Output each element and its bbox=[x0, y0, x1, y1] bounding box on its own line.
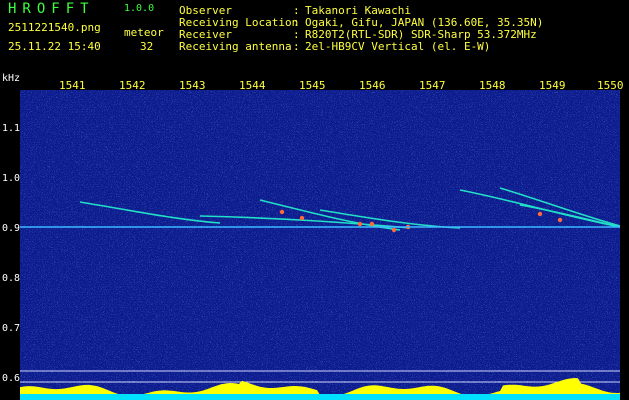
y-tick-label: 0.8 bbox=[2, 273, 21, 284]
noise-texture bbox=[20, 90, 620, 400]
info-key: Receiving antenna bbox=[179, 40, 292, 53]
meteor-count: 32 bbox=[140, 40, 154, 53]
amplitude-baseline bbox=[20, 394, 620, 400]
echo-hotspot bbox=[537, 211, 543, 217]
echo-hotspot bbox=[357, 221, 363, 227]
app-title: HROFFT bbox=[8, 1, 95, 17]
spectrogram-panel bbox=[20, 90, 620, 400]
info-value: 2el-HB9CV Vertical (el. E-W) bbox=[305, 40, 491, 53]
y-tick-label: 0.7 bbox=[2, 323, 21, 334]
header-panel: HROFFT 1.0.0 2511221540.png 25.11.22 15:… bbox=[0, 0, 629, 72]
meteor-label: meteor bbox=[124, 26, 164, 39]
capture-filename: 2511221540.png bbox=[8, 21, 101, 34]
echo-hotspot bbox=[279, 209, 285, 215]
info-sep: : bbox=[293, 40, 300, 53]
spectrogram-plot bbox=[20, 90, 620, 400]
echo-hotspot bbox=[369, 221, 375, 227]
capture-datetime: 25.11.22 15:40 bbox=[8, 40, 101, 53]
echo-hotspot bbox=[391, 227, 397, 233]
y-tick-label: 0.9 bbox=[2, 223, 21, 234]
y-tick-label: 1.1 bbox=[2, 123, 21, 134]
y-tick-label: 1.0 bbox=[2, 173, 21, 184]
info-row-antenna: Receiving antenna: 2el-HB9CV Vertical (el… bbox=[179, 40, 490, 53]
echo-hotspot bbox=[557, 217, 563, 223]
y-tick-label: 0.6 bbox=[2, 373, 21, 384]
app-version: 1.0.0 bbox=[124, 3, 155, 14]
echo-hotspot bbox=[299, 215, 305, 221]
y-unit-label: kHz bbox=[2, 73, 21, 84]
